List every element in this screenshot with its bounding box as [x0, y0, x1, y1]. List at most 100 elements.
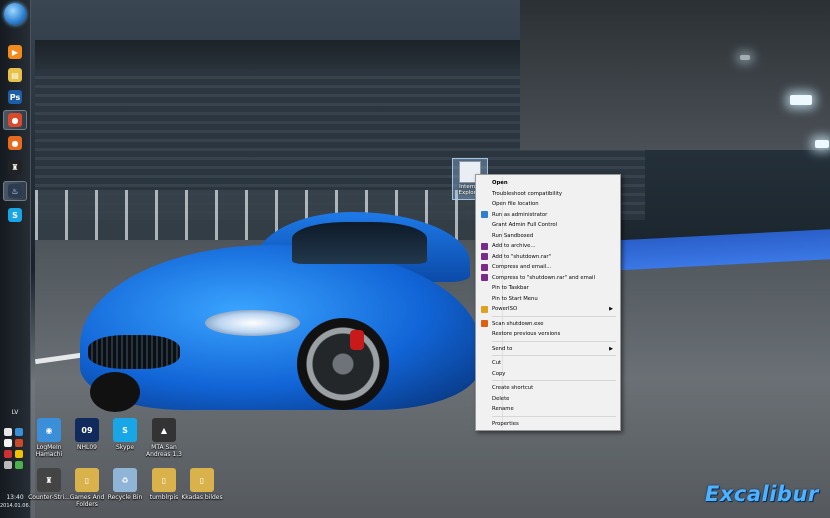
taskbar-button[interactable]: ▶	[3, 42, 27, 62]
menu-item[interactable]: Add to "shutdown.rar"	[478, 252, 617, 262]
desktop-icon[interactable]: ♜ Counter-Stri...	[28, 468, 70, 501]
tray-icon[interactable]	[4, 439, 12, 447]
menu-item-label: Copy	[492, 370, 506, 377]
menu-item[interactable]: Open file location	[478, 199, 617, 209]
app-icon: ▯	[190, 468, 214, 492]
taskbar-button[interactable]: ▤	[3, 65, 27, 85]
menu-item-label: Add to archive...	[492, 243, 536, 249]
menu-item[interactable]: Restore previous versions	[478, 329, 617, 339]
menu-item-label: Restore previous versions	[492, 331, 561, 337]
menu-item-label: Pin to Taskbar	[492, 285, 529, 291]
menu-item[interactable]: Pin to Taskbar	[478, 283, 617, 293]
menu-item-label: Run Sandboxed	[492, 232, 534, 239]
menu-separator	[492, 315, 616, 317]
taskbar-button[interactable]: S	[3, 205, 27, 225]
desktop-icon[interactable]: ◉ LogMeIn Hamachi	[28, 418, 70, 458]
menu-separator	[492, 380, 616, 381]
car-headlight	[205, 310, 300, 336]
menu-item-label: Create shortcut	[492, 385, 534, 391]
desktop-icon-label: Kkadas bildes	[181, 494, 223, 501]
tray-icon[interactable]	[15, 428, 23, 436]
menu-item[interactable]: Run Sandboxed	[478, 231, 617, 241]
menu-item[interactable]: Pin to Start Menu	[478, 294, 617, 304]
app-icon: ♜	[37, 468, 61, 492]
menu-item-label: PowerISO	[492, 306, 518, 312]
menu-item[interactable]: Grant Admin Full Control	[478, 220, 617, 230]
menu-item-label: Grant Admin Full Control	[492, 222, 558, 228]
menu-item[interactable]: Compress to "shutdown.rar" and email	[478, 273, 617, 283]
desktop-icon-label: Games And Folders	[69, 494, 105, 508]
ceiling-light	[740, 55, 750, 60]
winrar-icon	[481, 253, 488, 260]
desktop-icon[interactable]: ♻ Recycle Bin	[104, 468, 146, 501]
taskbar-button[interactable]: ♨	[3, 181, 27, 201]
menu-item[interactable]: Rename	[478, 404, 617, 414]
desktop-icon[interactable]: ▲ MTA San Andreas 1.3	[143, 418, 185, 458]
menu-item[interactable]: Properties	[478, 419, 617, 429]
menu-item-label: Send to	[492, 345, 513, 352]
tray-icon[interactable]	[4, 428, 12, 436]
menu-item[interactable]: Create shortcut	[478, 383, 617, 393]
steam-icon: ♨	[8, 184, 22, 198]
ceiling-light	[790, 95, 812, 105]
desktop-icon[interactable]: ▯ Games And Folders	[66, 468, 108, 508]
menu-item-label: Pin to Start Menu	[492, 295, 538, 302]
menu-item[interactable]: PowerISO ▶	[478, 304, 617, 314]
menu-item[interactable]: Add to archive...	[478, 241, 617, 251]
menu-item-label: Scan shutdown.exe	[492, 320, 544, 327]
ceiling-light	[815, 140, 829, 148]
tray-icon[interactable]	[15, 450, 23, 458]
car-windshield	[292, 222, 427, 264]
taskbar: ▶ ▤ Ps ● ● ♜ ♨ S LV 13:40 2014.01.06.	[0, 0, 31, 518]
taskbar-button[interactable]: ●	[3, 133, 27, 153]
winrar-icon	[481, 263, 488, 271]
menu-item[interactable]: Cut	[478, 358, 617, 368]
counter-strike-icon: ♜	[8, 160, 22, 174]
app-icon: S	[113, 418, 137, 442]
taskbar-button[interactable]: Ps	[3, 87, 27, 107]
taskbar-button[interactable]: ♜	[3, 157, 27, 177]
desktop-icon-label: NHL09	[77, 444, 97, 451]
desktop-icon-label: Counter-Stri...	[28, 494, 70, 501]
network-icon[interactable]	[15, 461, 23, 469]
start-orb-icon[interactable]	[4, 3, 26, 25]
tray-icon[interactable]	[4, 450, 12, 458]
skype-icon: S	[8, 208, 22, 222]
photoshop-icon: Ps	[8, 90, 22, 104]
tray-icon[interactable]	[15, 439, 23, 447]
menu-item-label: Rename	[492, 406, 514, 412]
desktop-icon[interactable]: S Skype	[104, 418, 146, 451]
desktop-icon[interactable]: ▯ tumblrpis	[143, 468, 185, 501]
app-icon: ▯	[152, 468, 176, 492]
language-indicator[interactable]: LV	[2, 409, 28, 416]
car-brake-caliper	[350, 330, 364, 350]
menu-item[interactable]: Send to ▶	[478, 344, 617, 354]
menu-item-label: Run as administrator	[492, 211, 548, 218]
menu-item-label: Troubleshoot compatibility	[492, 190, 563, 197]
submenu-arrow-icon: ▶	[609, 306, 613, 312]
clock-date[interactable]: 2014.01.06.	[0, 503, 30, 509]
winrar-icon	[481, 274, 488, 281]
desktop-icon-label: tumblrpis	[149, 494, 179, 501]
menu-item[interactable]: Copy	[478, 369, 617, 379]
menu-separator	[492, 340, 616, 342]
volume-icon[interactable]	[4, 461, 12, 469]
menu-separator	[492, 415, 616, 417]
app-icon: 09	[75, 418, 99, 442]
menu-item[interactable]: Open	[478, 178, 617, 188]
menu-item[interactable]: Run as administrator	[478, 210, 617, 220]
menu-item[interactable]: Compress and email...	[478, 262, 617, 272]
menu-item[interactable]: Troubleshoot compatibility	[478, 189, 617, 199]
menu-item-label: Properties	[492, 420, 519, 427]
menu-item-label: Cut	[492, 360, 502, 366]
taskbar-button[interactable]: ●	[3, 110, 27, 130]
app-icon: ◉	[37, 418, 61, 442]
desktop-icon[interactable]: ▯ Kkadas bildes	[181, 468, 223, 501]
clock-time[interactable]: 13:40	[2, 494, 28, 501]
menu-item-label: Compress and email...	[492, 264, 552, 270]
menu-item-label: Delete	[492, 395, 510, 402]
car-grille	[88, 335, 180, 369]
menu-item[interactable]: Delete	[478, 394, 617, 404]
menu-item[interactable]: Scan shutdown.exe	[478, 319, 617, 329]
desktop-icon[interactable]: 09 NHL09	[66, 418, 108, 451]
